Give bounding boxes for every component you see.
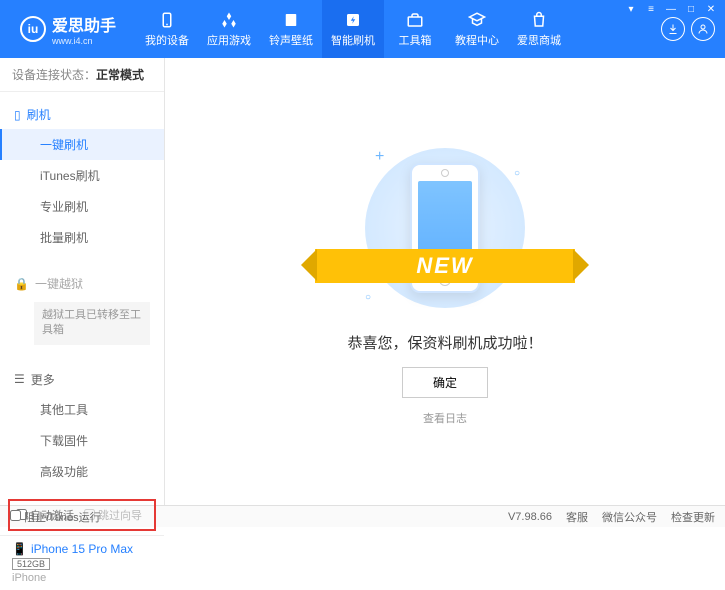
support-link[interactable]: 客服 [566,509,588,525]
sidebar-item-pro[interactable]: 专业刷机 [0,191,164,222]
nav-toolbox[interactable]: 工具箱 [384,0,446,58]
phone-icon: ▯ [14,108,21,122]
view-log-link[interactable]: 查看日志 [423,410,467,426]
logo-icon: iu [20,16,46,42]
success-illustration: + ○ ○ + NEW [355,138,535,318]
toolbox-icon [406,11,424,29]
nav-store[interactable]: 爱思商城 [508,0,570,58]
nav-tutorial[interactable]: 教程中心 [446,0,508,58]
device-info: 📱 iPhone 15 Pro Max 512GB iPhone [0,535,164,590]
sidebar: 设备连接状态：正常模式 ▯ 刷机 一键刷机 iTunes刷机 专业刷机 批量刷机… [0,58,165,505]
download-button[interactable] [661,17,685,41]
tutorial-icon [468,11,486,29]
ok-button[interactable]: 确定 [402,367,488,398]
update-link[interactable]: 检查更新 [671,509,715,525]
close-icon[interactable]: ✕ [703,2,719,16]
new-banner: NEW [315,249,575,283]
ringtone-icon [282,11,300,29]
sidebar-item-batch[interactable]: 批量刷机 [0,222,164,253]
block-itunes-checkbox[interactable]: 阻止iTunes运行 [10,509,101,525]
user-button[interactable] [691,17,715,41]
wechat-link[interactable]: 微信公众号 [602,509,657,525]
sidebar-item-other[interactable]: 其他工具 [0,394,164,425]
device-type: iPhone [12,572,152,584]
device-icon [158,11,176,29]
logo: iu 爱思助手 www.i4.cn [10,12,126,46]
main-content: + ○ ○ + NEW 恭喜您，保资料刷机成功啦！ 确定 查看日志 [165,58,725,505]
sidebar-item-advanced[interactable]: 高级功能 [0,456,164,487]
minimize-icon[interactable]: — [663,2,679,16]
sidebar-item-download-fw[interactable]: 下载固件 [0,425,164,456]
sidebar-section-jailbreak: 🔒 一键越狱 [0,269,164,298]
app-name: 爱思助手 [52,12,116,36]
apps-icon [220,11,238,29]
sidebar-section-flash[interactable]: ▯ 刷机 [0,100,164,129]
maximize-icon[interactable]: □ [683,2,699,16]
storage-badge: 512GB [12,558,50,570]
app-url: www.i4.cn [52,36,116,46]
shopping-icon[interactable]: ▾ [623,2,639,16]
app-header: iu 爱思助手 www.i4.cn 我的设备 应用游戏 铃声壁纸 智能刷机 工具… [0,0,725,58]
sidebar-item-itunes[interactable]: iTunes刷机 [0,160,164,191]
nav-ringtone[interactable]: 铃声壁纸 [260,0,322,58]
nav-flash[interactable]: 智能刷机 [322,0,384,58]
device-name[interactable]: 📱 iPhone 15 Pro Max [12,542,152,556]
nav-my-device[interactable]: 我的设备 [136,0,198,58]
sidebar-section-more[interactable]: ☰ 更多 [0,365,164,394]
success-message: 恭喜您，保资料刷机成功啦！ [347,332,542,353]
list-icon: ☰ [14,372,25,386]
phone-small-icon: 📱 [12,542,27,556]
jailbreak-note: 越狱工具已转移至工具箱 [34,302,150,345]
nav-apps[interactable]: 应用游戏 [198,0,260,58]
connection-status: 设备连接状态：正常模式 [0,58,164,92]
store-icon [530,11,548,29]
menu-icon[interactable]: ≡ [643,2,659,16]
sidebar-item-oneclick[interactable]: 一键刷机 [0,129,164,160]
lock-icon: 🔒 [14,277,29,291]
version-label: V7.98.66 [508,511,552,523]
flash-icon [344,11,362,29]
top-nav: 我的设备 应用游戏 铃声壁纸 智能刷机 工具箱 教程中心 爱思商城 [136,0,570,58]
